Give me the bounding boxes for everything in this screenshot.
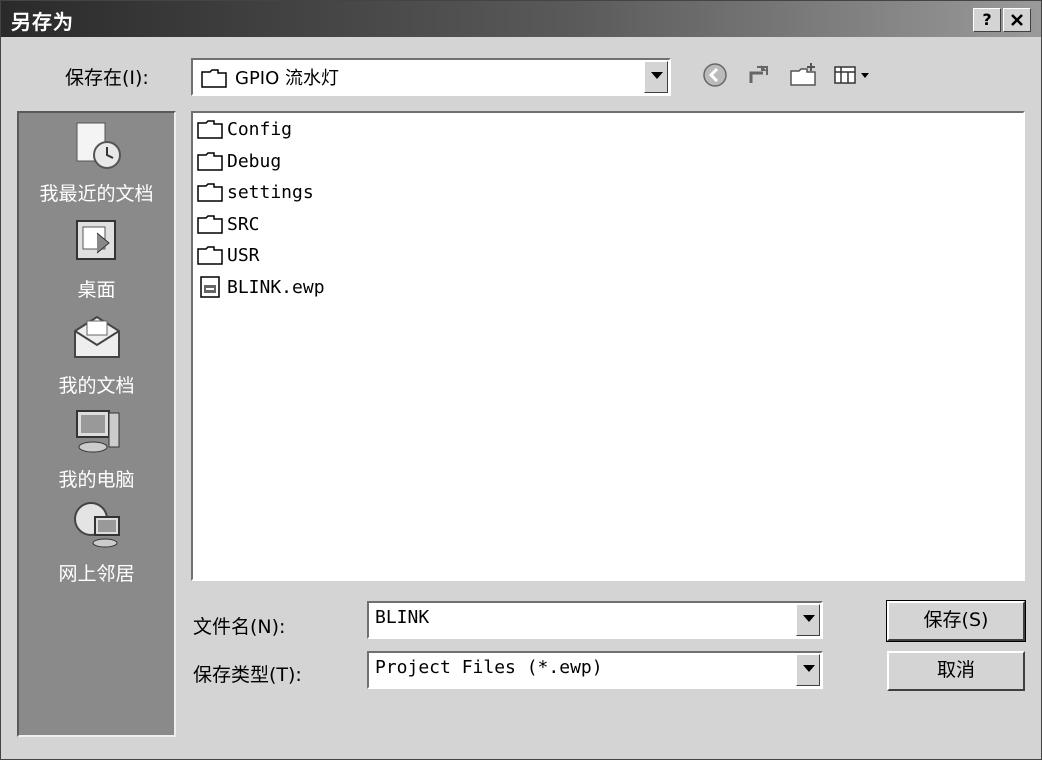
- save-in-label: 保存在(I):: [65, 67, 149, 89]
- folder-icon: [197, 183, 223, 202]
- place-label: 我的文档: [58, 375, 135, 397]
- list-item-folder[interactable]: Config: [197, 115, 292, 143]
- list-item-folder[interactable]: Debug: [197, 147, 281, 175]
- title-bar[interactable]: 另存为 ?: [1, 1, 1041, 37]
- my-computer-icon: [75, 410, 119, 453]
- place-label: 网上邻居: [58, 563, 135, 585]
- filename-dropdown[interactable]: [796, 604, 820, 636]
- list-item-folder[interactable]: settings: [197, 178, 314, 206]
- place-label: 桌面: [77, 279, 116, 301]
- save-in-combo[interactable]: GPIO 流水灯: [191, 58, 671, 96]
- recent-documents-icon: [76, 122, 121, 169]
- place-my-documents[interactable]: 我的文档: [19, 309, 174, 398]
- folder-icon: [197, 152, 223, 171]
- back-icon[interactable]: [701, 61, 729, 89]
- place-my-computer[interactable]: 我的电脑: [19, 403, 174, 492]
- list-item-folder[interactable]: SRC: [197, 210, 260, 238]
- places-bar: 我最近的文档 桌面 我的文档 我的电脑 网上邻居: [17, 111, 176, 737]
- network-places-icon: [73, 502, 120, 548]
- close-icon: [1011, 14, 1023, 26]
- save-in-value: GPIO 流水灯: [235, 68, 340, 89]
- filename-label: 文件名(N):: [193, 616, 286, 638]
- filename-input[interactable]: BLINK: [367, 601, 823, 639]
- place-label: 我的电脑: [58, 469, 135, 491]
- filetype-select[interactable]: Project Files (*.ewp): [367, 651, 823, 689]
- file-name: SRC: [227, 213, 260, 235]
- up-folder-icon[interactable]: [745, 61, 773, 89]
- cancel-button[interactable]: 取消: [887, 651, 1025, 691]
- save-button[interactable]: 保存(S): [886, 600, 1026, 642]
- save-in-dropdown[interactable]: [644, 61, 668, 93]
- dialog-title: 另存为: [11, 10, 74, 34]
- place-desktop[interactable]: 桌面: [19, 213, 174, 302]
- desktop-icon: [75, 220, 116, 260]
- save-as-dialog: 另存为 ? 保存在(I): GPIO 流水灯 我最近的文档 桌面 我的文档 我的: [0, 0, 1042, 760]
- list-item-file[interactable]: BLINK.ewp: [197, 273, 325, 301]
- help-button[interactable]: ?: [973, 8, 1001, 32]
- file-name: Debug: [227, 150, 282, 172]
- place-recent-documents[interactable]: 我最近的文档: [19, 117, 174, 206]
- new-folder-icon[interactable]: [789, 61, 819, 89]
- filetype-dropdown[interactable]: [796, 654, 820, 686]
- folder-icon: [197, 246, 223, 265]
- file-list[interactable]: Config Debug settings SRC USR BLINK.ewp: [191, 111, 1025, 581]
- my-documents-icon: [73, 315, 120, 358]
- project-file-icon: [200, 276, 220, 298]
- filename-value: BLINK: [375, 607, 430, 628]
- file-name: USR: [227, 244, 260, 266]
- view-menu-icon[interactable]: [833, 61, 877, 89]
- filetype-value: Project Files (*.ewp): [375, 657, 603, 678]
- folder-icon: [197, 120, 223, 139]
- folder-icon: [201, 69, 227, 88]
- place-label: 我最近的文档: [39, 183, 154, 205]
- file-name: settings: [227, 181, 314, 203]
- close-button[interactable]: [1003, 8, 1031, 32]
- file-name: BLINK.ewp: [227, 276, 325, 298]
- file-name: Config: [227, 118, 293, 140]
- place-network[interactable]: 网上邻居: [19, 497, 174, 586]
- list-item-folder[interactable]: USR: [197, 241, 260, 269]
- filetype-label: 保存类型(T):: [193, 664, 302, 686]
- folder-icon: [197, 215, 223, 234]
